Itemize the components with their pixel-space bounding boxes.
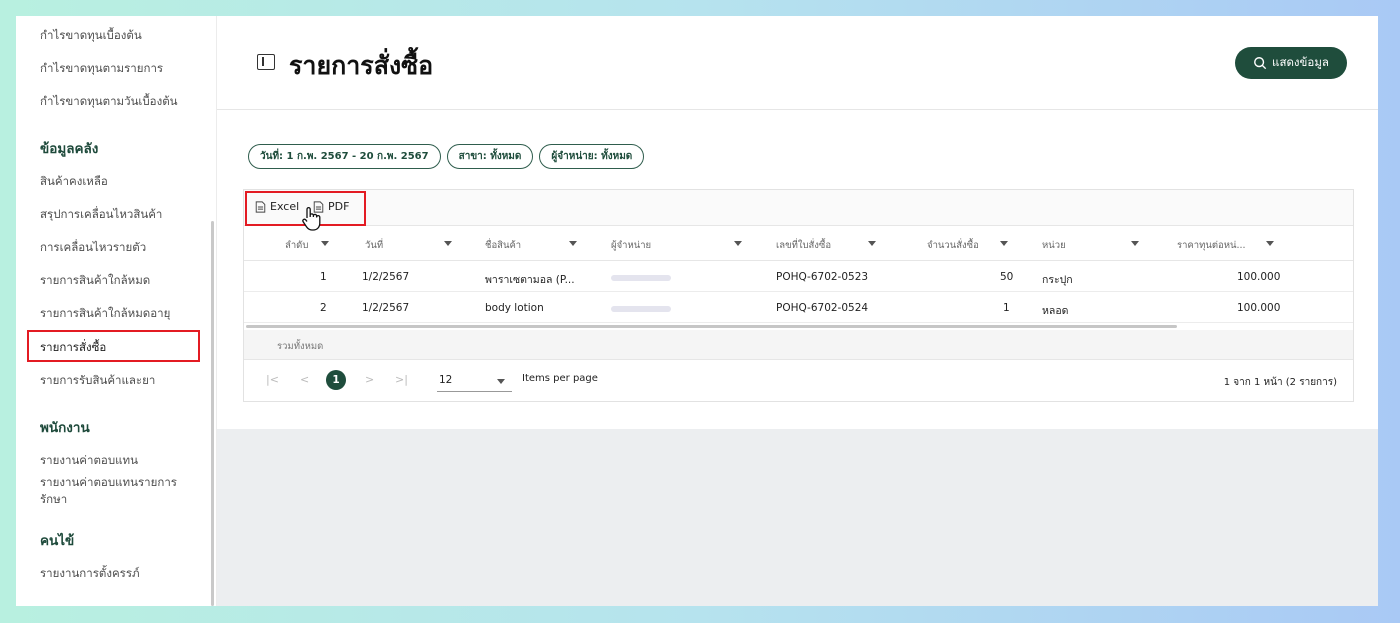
cell-product: body lotion — [485, 302, 544, 314]
cell-no: 2 — [320, 302, 327, 314]
cell-po-number: POHQ-6702-0524 — [776, 302, 869, 314]
page-range-text: 1 จาก 1 หน้า (2 รายการ) — [1223, 377, 1337, 388]
last-page-icon[interactable]: >| — [395, 373, 408, 386]
sidebar-item-movement-per-item[interactable]: การเคลื่อนไหวรายตัว — [40, 239, 146, 257]
caret-down-icon[interactable] — [569, 241, 577, 246]
prev-page-icon[interactable]: < — [300, 373, 309, 386]
cell-unit-cost: 100.000 — [1237, 302, 1281, 314]
table-row[interactable]: 1 1/2/2567 พาราเซตามอล (P... POHQ-6702-0… — [244, 262, 1353, 292]
sidebar-item-near-expiry[interactable]: รายการสินค้าใกล้หมดอายุ — [40, 305, 170, 323]
sidebar-item-pregnancy-report[interactable]: รายงานการตั้งครรภ์ — [40, 565, 140, 583]
cell-supplier-redacted — [611, 306, 671, 312]
column-header-unit[interactable]: หน่วย — [1042, 238, 1066, 253]
table-row[interactable]: 2 1/2/2567 body lotion POHQ-6702-0524 1 … — [244, 293, 1353, 323]
items-per-page-label: Items per page — [522, 373, 598, 384]
sidebar-panel-icon[interactable] — [257, 54, 275, 70]
total-label: รวมทั้งหมด — [277, 341, 324, 352]
column-header-po-number[interactable]: เลขที่ใบสั่งซื้อ — [776, 238, 831, 253]
sidebar-item-goods-receipt[interactable]: รายการรับสินค้าและยา — [40, 372, 155, 390]
report-panel: รายการสั่งซื้อ แสดงข้อมูล วันที่: 1 ก.พ.… — [217, 16, 1378, 429]
page-title: รายการสั่งซื้อ — [289, 51, 434, 80]
sidebar: กำไรขาดทุนเบื้องต้น กำไรขาดทุนตามรายการ … — [16, 16, 216, 606]
main-content: รายการสั่งซื้อ แสดงข้อมูล วันที่: 1 ก.พ.… — [217, 16, 1378, 606]
cell-po-number: POHQ-6702-0523 — [776, 271, 869, 283]
app-frame: กำไรขาดทุนเบื้องต้น กำไรขาดทุนตามรายการ … — [16, 16, 1378, 606]
filter-chips: วันที่: 1 ก.พ. 2567 - 20 ก.พ. 2567 สาขา:… — [248, 144, 645, 169]
sidebar-item-purchase-orders[interactable]: รายการสั่งซื้อ — [27, 330, 200, 362]
cell-qty: 50 — [1000, 271, 1014, 283]
sidebar-item-compensation[interactable]: รายงานค่าตอบแทน — [40, 452, 138, 470]
caret-down-icon[interactable] — [1131, 241, 1139, 246]
sidebar-item-profit-basic[interactable]: กำไรขาดทุนเบื้องต้น — [40, 27, 142, 45]
page-button-current[interactable]: 1 — [326, 370, 346, 390]
cell-date: 1/2/2567 — [362, 271, 410, 283]
sidebar-item-profit-by-item[interactable]: กำไรขาดทุนตามรายการ — [40, 60, 163, 78]
sidebar-item-low-stock[interactable]: รายการสินค้าใกล้หมด — [40, 272, 150, 290]
filter-chip-supplier[interactable]: ผู้จำหน่าย: ทั้งหมด — [539, 144, 645, 169]
search-icon — [1254, 57, 1267, 70]
column-header-product[interactable]: ชื่อสินค้า — [485, 238, 521, 253]
caret-down-icon[interactable] — [868, 241, 876, 246]
caret-down-icon[interactable] — [321, 241, 329, 246]
sidebar-section-patients: คนไข้ — [40, 533, 75, 549]
sidebar-scrollbar[interactable] — [211, 221, 214, 606]
table-toolbar: Excel PDF — [244, 190, 1353, 231]
column-header-qty[interactable]: จำนวนสั่งซื้อ — [927, 238, 979, 253]
cell-unit-cost: 100.000 — [1237, 271, 1281, 283]
cell-qty: 1 — [1003, 302, 1010, 314]
sidebar-item-movement-summary[interactable]: สรุปการเคลื่อนไหวสินค้า — [40, 206, 162, 224]
file-icon — [255, 200, 266, 213]
filter-chip-date[interactable]: วันที่: 1 ก.พ. 2567 - 20 ก.พ. 2567 — [248, 144, 441, 169]
cell-supplier-redacted — [611, 275, 671, 281]
column-header-date[interactable]: วันที่ — [365, 238, 383, 253]
cell-unit: กระปุก — [1042, 274, 1073, 286]
items-per-page-select[interactable]: 12 — [437, 371, 512, 392]
caret-down-icon — [497, 379, 505, 384]
sidebar-section-inventory: ข้อมูลคลัง — [40, 141, 99, 157]
items-per-page-value: 12 — [439, 374, 453, 386]
export-excel-label: Excel — [270, 200, 300, 213]
cell-unit: หลอด — [1042, 305, 1069, 317]
caret-down-icon[interactable] — [1266, 241, 1274, 246]
table-total-row: รวมทั้งหมด — [244, 330, 1353, 360]
sidebar-item-label: รายการสั่งซื้อ — [40, 340, 107, 354]
table-header: ลำดับ วันที่ ชื่อสินค้า ผู้จำหน่าย เลขที… — [244, 227, 1353, 261]
caret-down-icon[interactable] — [1000, 241, 1008, 246]
next-page-icon[interactable]: > — [365, 373, 374, 386]
first-page-icon[interactable]: |< — [266, 373, 279, 386]
filter-chip-branch[interactable]: สาขา: ทั้งหมด — [446, 144, 534, 169]
cell-date: 1/2/2567 — [362, 302, 410, 314]
show-data-label: แสดงข้อมูล — [1272, 55, 1329, 69]
header-divider — [217, 109, 1378, 110]
sidebar-item-profit-by-day[interactable]: กำไรขาดทุนตามวันเบื้องต้น — [40, 93, 178, 111]
cell-no: 1 — [320, 271, 327, 283]
caret-down-icon[interactable] — [444, 241, 452, 246]
show-data-button[interactable]: แสดงข้อมูล — [1235, 47, 1347, 79]
table-horizontal-scrollbar[interactable] — [246, 325, 1177, 328]
column-header-unit-cost[interactable]: ราคาทุนต่อหน่... — [1177, 238, 1246, 253]
export-excel-button[interactable]: Excel — [255, 200, 299, 213]
column-header-no[interactable]: ลำดับ — [285, 238, 308, 253]
cell-product: พาราเซตามอล (P... — [485, 274, 575, 286]
pagination: |< < 1 > >| 12 Items per page 1 จาก 1 หน… — [244, 361, 1353, 401]
sidebar-item-stock-remaining[interactable]: สินค้าคงเหลือ — [40, 173, 108, 191]
purchase-order-table: Excel PDF ลำดับ วันที่ ชื่อสินค้า ผู้จำห… — [243, 189, 1354, 402]
caret-down-icon[interactable] — [734, 241, 742, 246]
sidebar-section-staff: พนักงาน — [40, 420, 90, 436]
column-header-supplier[interactable]: ผู้จำหน่าย — [611, 238, 651, 253]
sidebar-item-compensation-treatment[interactable]: รายงานค่าตอบแทนรายการรักษา — [40, 474, 190, 508]
export-pdf-label: PDF — [328, 200, 350, 213]
